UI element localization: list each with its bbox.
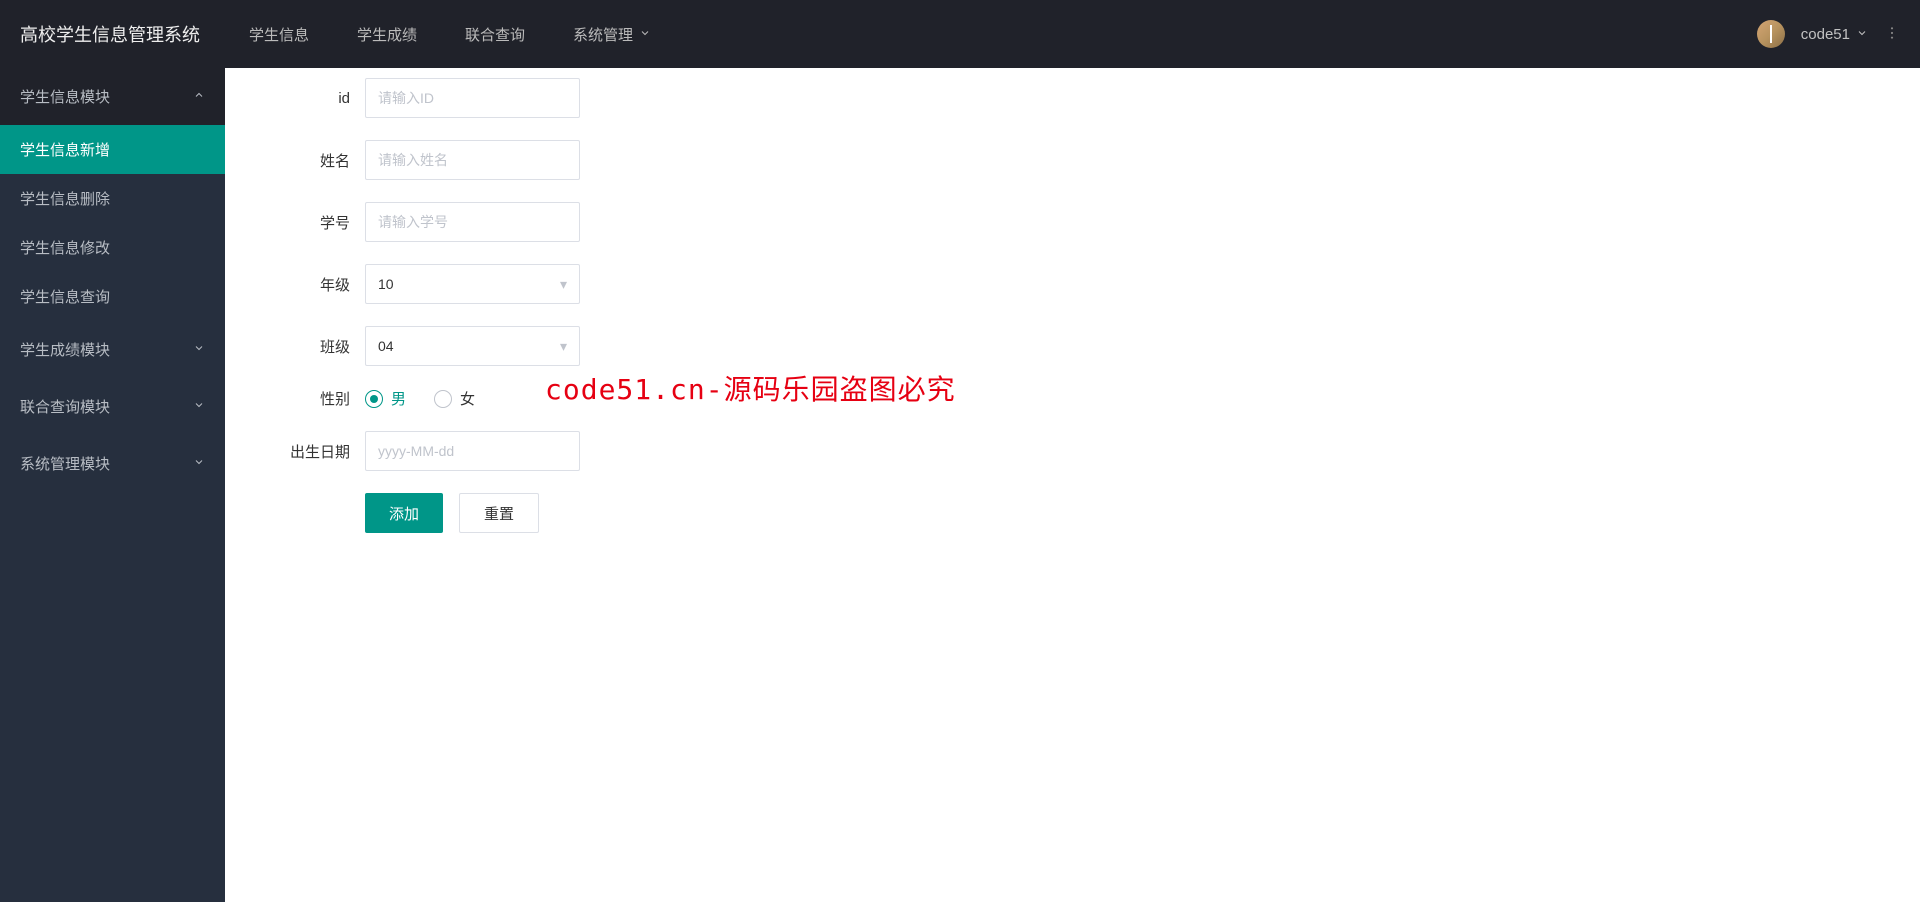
class-select[interactable]: 04 ▾ — [365, 326, 580, 366]
gender-radio-male[interactable]: 男 — [365, 388, 406, 409]
sidebar-group-system-manage[interactable]: 系统管理模块 — [0, 435, 225, 492]
avatar[interactable] — [1757, 20, 1785, 48]
radio-icon — [434, 390, 452, 408]
add-button[interactable]: 添加 — [365, 493, 443, 533]
chevron-down-icon — [193, 398, 205, 415]
birth-label: 出生日期 — [255, 441, 365, 462]
app-title: 高校学生信息管理系统 — [0, 21, 225, 47]
sidebar-item-update[interactable]: 学生信息修改 — [0, 223, 225, 272]
user-area: code51 — [1757, 20, 1920, 48]
sidebar-item-add[interactable]: 学生信息新增 — [0, 125, 225, 174]
nav-union-query[interactable]: 联合查询 — [441, 0, 549, 68]
sidebar-item-delete[interactable]: 学生信息删除 — [0, 174, 225, 223]
grade-label: 年级 — [255, 274, 365, 295]
chevron-down-icon — [193, 455, 205, 472]
gender-label: 性别 — [255, 388, 365, 409]
chevron-down-icon — [193, 341, 205, 358]
name-label: 姓名 — [255, 150, 365, 171]
header: 高校学生信息管理系统 学生信息 学生成绩 联合查询 系统管理 code51 — [0, 0, 1920, 68]
caret-down-icon: ▾ — [560, 276, 567, 293]
sidebar-item-query[interactable]: 学生信息查询 — [0, 272, 225, 321]
add-student-form: id 姓名 学号 年级 10 ▾ 班级 — [255, 78, 855, 533]
caret-down-icon: ▾ — [560, 338, 567, 355]
username-dropdown[interactable]: code51 — [1801, 26, 1868, 43]
sidebar-group-student-grade[interactable]: 学生成绩模块 — [0, 321, 225, 378]
id-label: id — [255, 90, 365, 107]
gender-radio-group: 男 女 — [365, 388, 580, 409]
main-content: id 姓名 学号 年级 10 ▾ 班级 — [225, 68, 1920, 902]
birth-input[interactable] — [365, 431, 580, 471]
top-nav: 学生信息 学生成绩 联合查询 系统管理 — [225, 0, 1757, 68]
chevron-up-icon — [193, 88, 205, 105]
radio-icon — [365, 390, 383, 408]
student-no-label: 学号 — [255, 212, 365, 233]
nav-system-manage[interactable]: 系统管理 — [549, 0, 675, 68]
chevron-down-icon — [1856, 26, 1868, 43]
sidebar: 学生信息模块 学生信息新增 学生信息删除 学生信息修改 学生信息查询 学生成绩模… — [0, 68, 225, 902]
nav-student-grade[interactable]: 学生成绩 — [333, 0, 441, 68]
class-label: 班级 — [255, 336, 365, 357]
chevron-down-icon — [639, 26, 651, 43]
reset-button[interactable]: 重置 — [459, 493, 539, 533]
nav-student-info[interactable]: 学生信息 — [225, 0, 333, 68]
sidebar-group-student-info[interactable]: 学生信息模块 — [0, 68, 225, 125]
grade-select[interactable]: 10 ▾ — [365, 264, 580, 304]
student-no-input[interactable] — [365, 202, 580, 242]
id-input[interactable] — [365, 78, 580, 118]
gender-radio-female[interactable]: 女 — [434, 388, 475, 409]
name-input[interactable] — [365, 140, 580, 180]
sidebar-group-union-query[interactable]: 联合查询模块 — [0, 378, 225, 435]
more-icon[interactable] — [1884, 25, 1900, 44]
